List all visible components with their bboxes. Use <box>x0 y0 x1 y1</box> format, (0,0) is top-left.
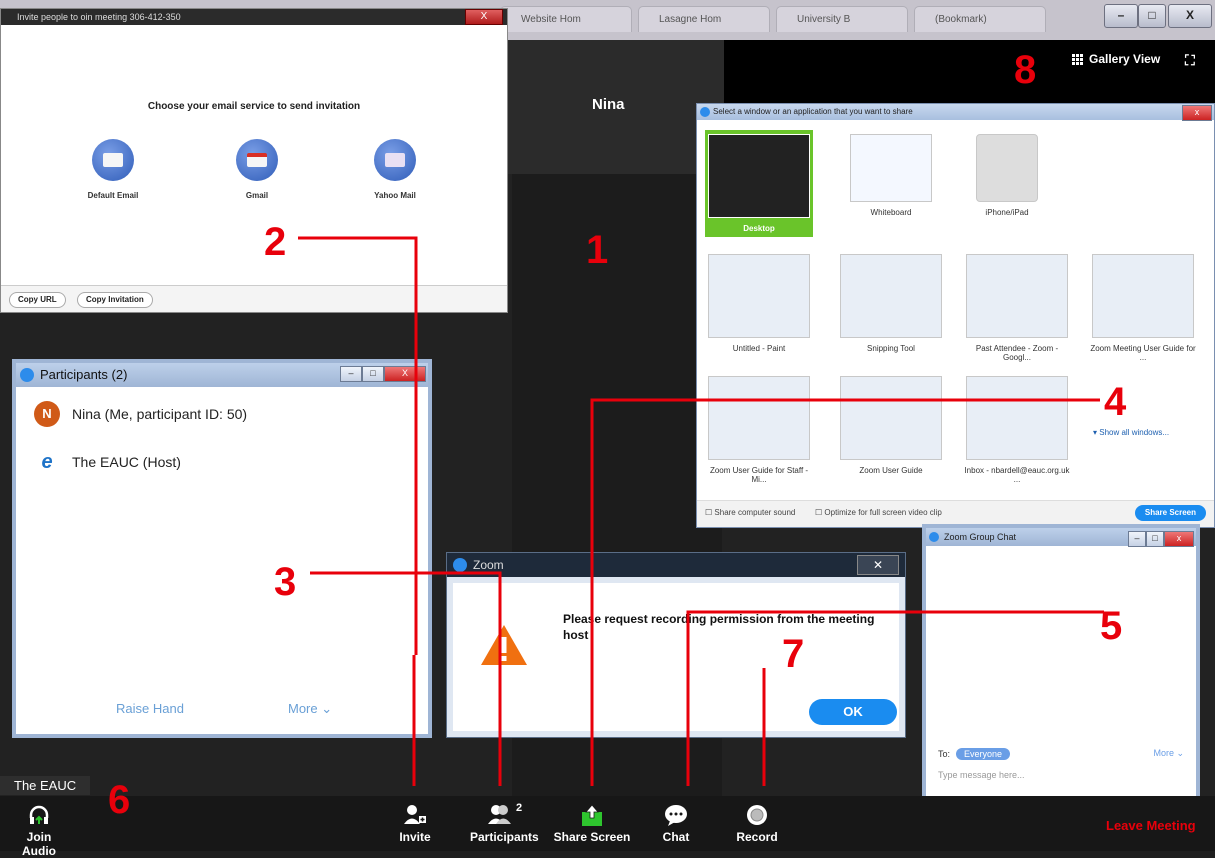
annotation-number: 8 <box>1014 48 1037 92</box>
annotation-number: 6 <box>108 778 131 822</box>
annotation-number: 5 <box>1100 604 1123 648</box>
annotation-number: 3 <box>274 560 297 604</box>
annotation-line-5 <box>686 610 1104 786</box>
annotation-number: 1 <box>586 228 609 272</box>
annotation-lines <box>298 236 1104 786</box>
annotation-line-2 <box>298 236 418 655</box>
annotation-number: 7 <box>782 632 805 676</box>
annotation-line-3 <box>310 571 502 786</box>
annotation-number: 2 <box>264 220 287 264</box>
annotation-line-4 <box>590 398 1100 786</box>
annotation-number: 4 <box>1104 380 1127 424</box>
